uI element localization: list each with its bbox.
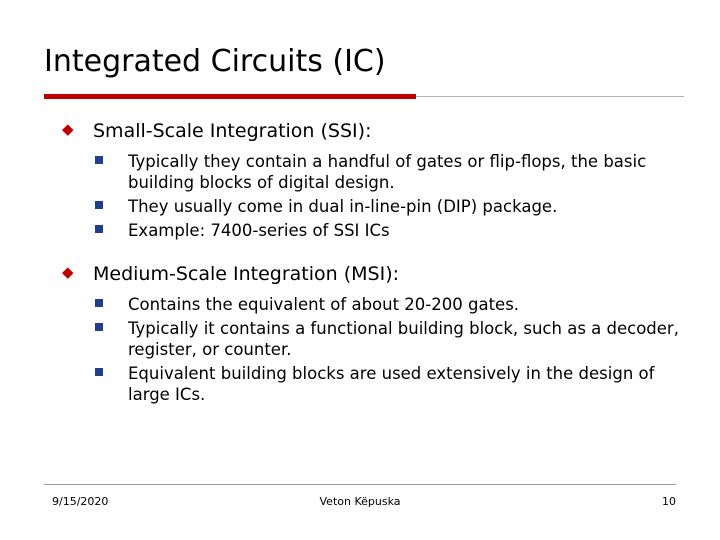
square-bullet-icon <box>95 201 103 209</box>
list-item-text: Contains the equivalent of about 20-200 … <box>128 295 520 314</box>
list-item: Example: 7400-series of SSI ICs <box>44 220 684 241</box>
page-title: Integrated Circuits (IC) <box>44 44 386 79</box>
list-item: Contains the equivalent of about 20-200 … <box>44 294 684 315</box>
list-item-text: They usually come in dual in-line-pin (D… <box>128 197 558 216</box>
square-bullet-icon <box>95 368 103 376</box>
square-bullet-icon <box>95 299 103 307</box>
footer-divider <box>44 484 676 485</box>
section-heading-text: Medium-Scale Integration (MSI): <box>93 263 400 285</box>
diamond-bullet-icon: ◆ <box>62 120 74 138</box>
list-item: Equivalent building blocks are used exte… <box>44 363 684 405</box>
footer-author: Veton Këpuska <box>319 495 401 508</box>
sub-list-msi: Contains the equivalent of about 20-200 … <box>44 294 684 405</box>
section-heading-msi: ◆ Medium-Scale Integration (MSI): <box>44 261 684 287</box>
list-item: Typically it contains a functional build… <box>44 318 684 360</box>
section-heading-ssi: ◆ Small-Scale Integration (SSI): <box>44 118 684 144</box>
square-bullet-icon <box>95 156 103 164</box>
square-bullet-icon <box>95 323 103 331</box>
sub-list-ssi: Typically they contain a handful of gate… <box>44 151 684 241</box>
slide-body: ◆ Small-Scale Integration (SSI): Typical… <box>44 112 684 408</box>
list-item-text: Example: 7400-series of SSI ICs <box>128 221 390 240</box>
slide: Integrated Circuits (IC) ◆ Small-Scale I… <box>0 0 720 540</box>
list-item-text: Equivalent building blocks are used exte… <box>128 364 655 404</box>
list-item: Typically they contain a handful of gate… <box>44 151 684 193</box>
section-heading-text: Small-Scale Integration (SSI): <box>93 120 372 142</box>
square-bullet-icon <box>95 225 103 233</box>
footer-page-number: 10 <box>662 495 676 508</box>
list-item-text: Typically it contains a functional build… <box>128 319 679 359</box>
diamond-bullet-icon: ◆ <box>62 263 74 281</box>
title-underline-light <box>416 96 684 97</box>
list-item-text: Typically they contain a handful of gate… <box>128 152 647 192</box>
title-underline-accent <box>44 94 416 99</box>
list-item: They usually come in dual in-line-pin (D… <box>44 196 684 217</box>
